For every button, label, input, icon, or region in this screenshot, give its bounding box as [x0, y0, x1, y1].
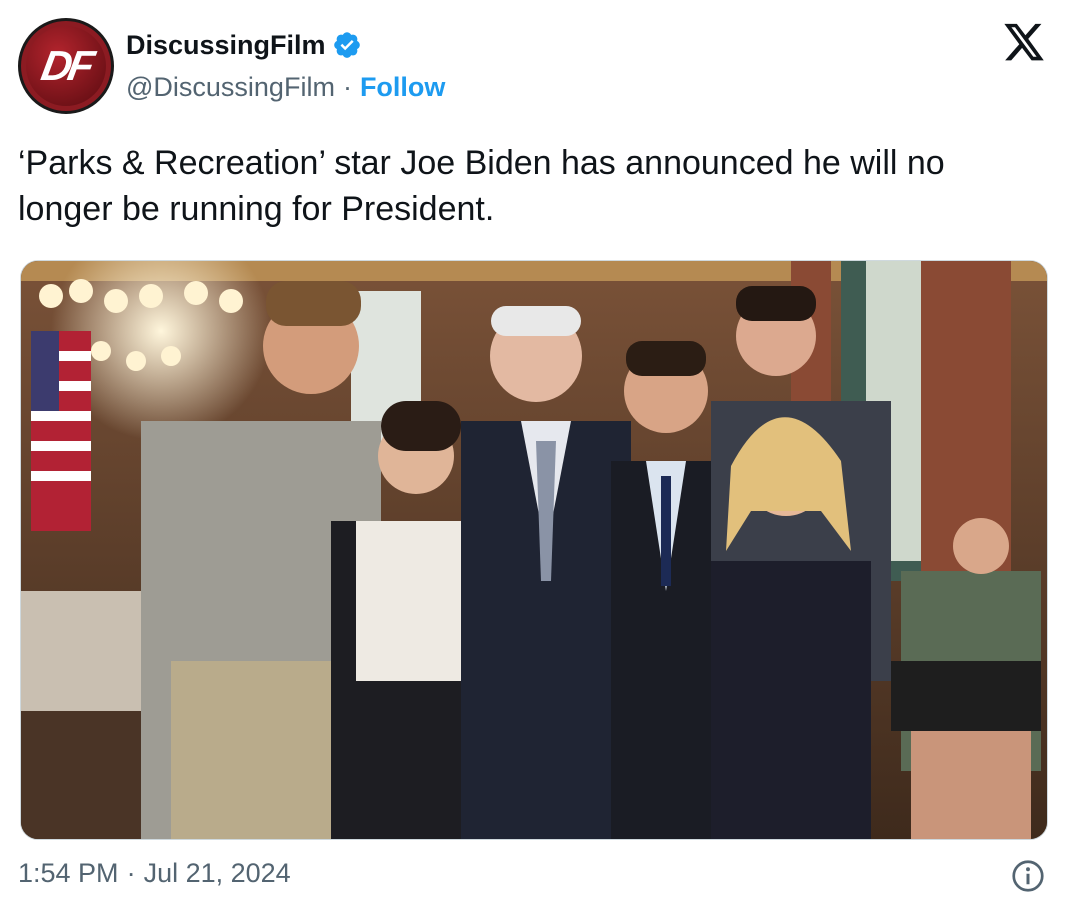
- avatar-logo-text: DF: [37, 42, 95, 89]
- tweet-header: DF DiscussingFilm @DiscussingFilm · Foll…: [18, 18, 445, 114]
- tweet-photo[interactable]: [20, 260, 1048, 840]
- x-logo-icon[interactable]: [1002, 22, 1046, 64]
- tweet-time: 1:54 PM: [18, 858, 119, 888]
- follow-button[interactable]: Follow: [360, 72, 445, 103]
- separator-dot: ·: [342, 71, 352, 102]
- avatar-logo: DF: [26, 26, 106, 106]
- account-identity: DiscussingFilm @DiscussingFilm · Follow: [126, 25, 445, 107]
- timestamp-separator: ·: [126, 858, 136, 888]
- tweet-text: ‘Parks & Recreation’ star Joe Biden has …: [18, 144, 945, 228]
- info-icon[interactable]: [1010, 858, 1046, 894]
- account-handle[interactable]: @DiscussingFilm: [126, 72, 335, 103]
- tweet-timestamp[interactable]: 1:54 PM · Jul 21, 2024: [18, 858, 291, 889]
- group-photo-image: [21, 261, 1047, 839]
- avatar[interactable]: DF: [18, 18, 114, 114]
- verified-badge-icon: [332, 30, 362, 60]
- display-name[interactable]: DiscussingFilm: [126, 30, 326, 61]
- tweet-date: Jul 21, 2024: [143, 858, 291, 888]
- name-row: DiscussingFilm: [126, 25, 445, 65]
- tweet-card: DF DiscussingFilm @DiscussingFilm · Foll…: [0, 0, 1072, 910]
- handle-row: @DiscussingFilm · Follow: [126, 67, 445, 107]
